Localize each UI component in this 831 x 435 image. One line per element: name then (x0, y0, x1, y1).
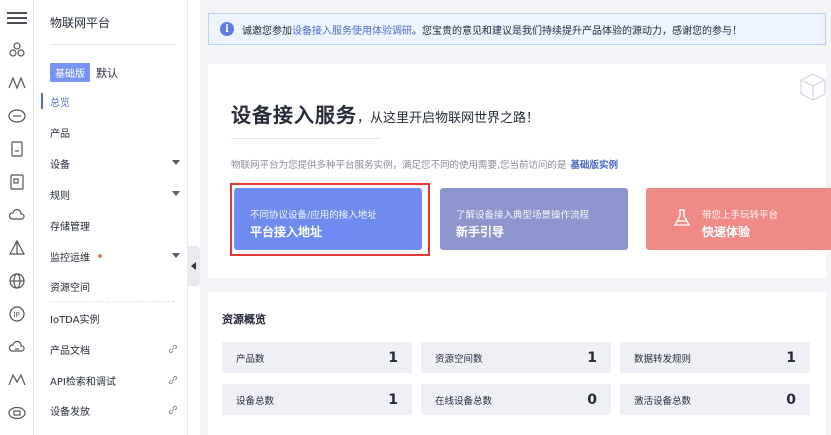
card-subtitle: 带您上手玩转平台 (702, 210, 779, 221)
stat-label: 设备总数 (236, 395, 275, 407)
cloud-icon[interactable] (7, 205, 27, 225)
main-content: i 诚邀您参加设备接入服务使用体验调研。您宝贵的意见和建议是我们持续提升产品体验… (200, 0, 831, 435)
stat-value: 1 (786, 349, 796, 366)
stat-resource-space-count[interactable]: 资源空间数 1 (421, 342, 611, 373)
resource-overview-panel: 资源概览 产品数 1 资源空间数 1 数据转发规则 1 设备总数 1 在线设备总数 0 激… (208, 292, 826, 435)
stat-forwarding-rules[interactable]: 数据转发规则 1 (620, 342, 810, 373)
stat-label: 激活设备总数 (634, 395, 692, 407)
external-link-icon (168, 405, 178, 415)
sidebar-title: 物联网平台 (50, 16, 111, 30)
notice-suffix: 。您宝贵的意见和建议是我们持续提升产品体验的源动力，感谢您的参与！ (412, 25, 742, 37)
stat-value: 1 (388, 349, 398, 366)
edition-name: 默认 (96, 66, 118, 80)
sidebar-item-devices[interactable]: 设备 (50, 153, 180, 173)
stat-value: 1 (388, 391, 398, 408)
external-link-icon (168, 375, 178, 385)
cube-decoration-icon (800, 73, 826, 101)
edition-selector[interactable]: 基础版 默认 (50, 63, 118, 82)
sidebar-item-api-explorer[interactable]: API检索和调试 (50, 370, 180, 390)
stat-activated-devices[interactable]: 激活设备总数 0 (620, 384, 810, 415)
sidebar-collapse-button[interactable] (188, 246, 200, 286)
card-subtitle: 了解设备接入典型场景操作流程 (456, 210, 590, 221)
sidebar-item-label: 设备发放 (50, 406, 90, 418)
hero-subtitle: ，从这里开启物联网世界之路！ (357, 111, 540, 126)
chevron-down-icon (172, 253, 180, 258)
flask-icon (673, 209, 691, 226)
stat-product-count[interactable]: 产品数 1 (222, 342, 412, 373)
network-icon[interactable] (7, 73, 27, 93)
stat-value: 0 (587, 391, 597, 408)
hero-panel: 设备接入服务，从这里开启物联网世界之路！ 物联网平台为您提供多种平台服务实例，满… (208, 64, 831, 278)
stat-label: 在线设备总数 (435, 395, 493, 407)
hero-description: 物联网平台为您提供多种平台服务实例，满足您不同的使用需要,您当前访问的是 基础版实… (231, 157, 618, 171)
chevron-down-icon (172, 191, 180, 196)
access-address-card[interactable]: 不同协议设备/应用的接入地址 平台接入地址 (234, 188, 422, 250)
hero-desc-text: 物联网平台为您提供多种平台服务实例，满足您不同的使用需要,您当前访问的是 (231, 160, 567, 171)
sidebar-item-overview[interactable]: 总览 (41, 91, 180, 111)
cloud-server-icon[interactable] (7, 337, 27, 357)
ip-icon[interactable]: IP (7, 304, 27, 324)
triangle-tool-icon[interactable] (7, 238, 27, 258)
database-cloud-icon[interactable] (7, 106, 27, 126)
sidebar-item-label: 产品文档 (50, 345, 90, 357)
panel-icon[interactable] (7, 172, 27, 192)
hamburger-menu-icon[interactable] (7, 9, 27, 25)
globe-icon[interactable] (7, 271, 27, 291)
overview-title: 资源概览 (222, 313, 266, 326)
card-title: 平台接入地址 (250, 225, 323, 239)
notice-prefix: 诚邀您参加 (242, 25, 292, 37)
sidebar-item-products[interactable]: 产品 (50, 122, 180, 142)
sidebar-item-device-provisioning[interactable]: 设备发放 (50, 400, 180, 420)
sidebar-item-product-docs[interactable]: 产品文档 (50, 339, 180, 359)
mountain-icon[interactable] (7, 370, 27, 390)
sidebar-item-resource-space[interactable]: 资源空间 (50, 276, 180, 296)
document-icon[interactable] (7, 139, 27, 159)
sidebar-item-label: 总览 (50, 97, 70, 109)
sidebar-item-rules[interactable]: 规则 (50, 184, 180, 204)
edition-badge: 基础版 (50, 63, 90, 82)
sidebar-item-label: 规则 (50, 190, 70, 202)
sidebar-item-label: 产品 (50, 128, 70, 140)
sidebar-item-storage[interactable]: 存储管理 (50, 215, 180, 235)
storage-cloud-icon[interactable] (7, 403, 27, 423)
sidebar-item-label: 资源空间 (50, 282, 90, 294)
sidebar: 物联网平台 基础版 默认 总览 产品 设备 规则 存储管理 监控运维 资源空间 … (34, 0, 188, 435)
chevron-left-icon (191, 262, 196, 270)
survey-notice-banner: i 诚邀您参加设备接入服务使用体验调研。您宝贵的意见和建议是我们持续提升产品体验… (208, 13, 826, 45)
notification-dot (98, 254, 102, 258)
icon-rail: IP (0, 0, 34, 435)
stat-online-devices[interactable]: 在线设备总数 0 (421, 384, 611, 415)
card-title: 快速体验 (702, 225, 751, 239)
hero-divider (231, 138, 381, 139)
stat-label: 产品数 (236, 353, 265, 365)
instance-link[interactable]: 基础版实例 (571, 160, 619, 171)
stat-value: 0 (786, 391, 796, 408)
sidebar-divider (50, 44, 175, 45)
sidebar-item-iotda-instance[interactable]: IoTDA实例 (50, 308, 180, 328)
external-link-icon (168, 344, 178, 354)
hero-title: 设备接入服务 (231, 103, 357, 127)
sidebar-item-label: 监控运维 (50, 252, 90, 264)
cloud-cluster-icon[interactable] (7, 40, 27, 60)
quick-experience-card[interactable]: 带您上手玩转平台 快速体验 (646, 188, 831, 250)
chevron-down-icon (172, 160, 180, 165)
stat-value: 1 (587, 349, 597, 366)
sidebar-item-label: 设备 (50, 159, 70, 171)
sidebar-item-monitoring[interactable]: 监控运维 (50, 246, 180, 266)
notice-text: 诚邀您参加设备接入服务使用体验调研。您宝贵的意见和建议是我们持续提升产品体验的源… (242, 22, 742, 37)
sidebar-item-label: IoTDA实例 (50, 314, 100, 326)
card-subtitle: 不同协议设备/应用的接入地址 (250, 210, 377, 221)
svg-text:IP: IP (14, 311, 20, 319)
sidebar-item-label: API检索和调试 (50, 376, 116, 388)
sidebar-separator (50, 301, 175, 302)
beginner-guide-card[interactable]: 了解设备接入典型场景操作流程 新手引导 (440, 188, 628, 250)
info-icon: i (220, 22, 234, 36)
stat-label: 资源空间数 (435, 353, 483, 365)
card-title: 新手引导 (456, 225, 505, 239)
stat-total-devices[interactable]: 设备总数 1 (222, 384, 412, 415)
survey-link[interactable]: 设备接入服务使用体验调研 (292, 26, 412, 37)
hero-heading: 设备接入服务，从这里开启物联网世界之路！ (231, 99, 539, 128)
sidebar-item-label: 存储管理 (50, 221, 90, 233)
stat-label: 数据转发规则 (634, 353, 692, 365)
